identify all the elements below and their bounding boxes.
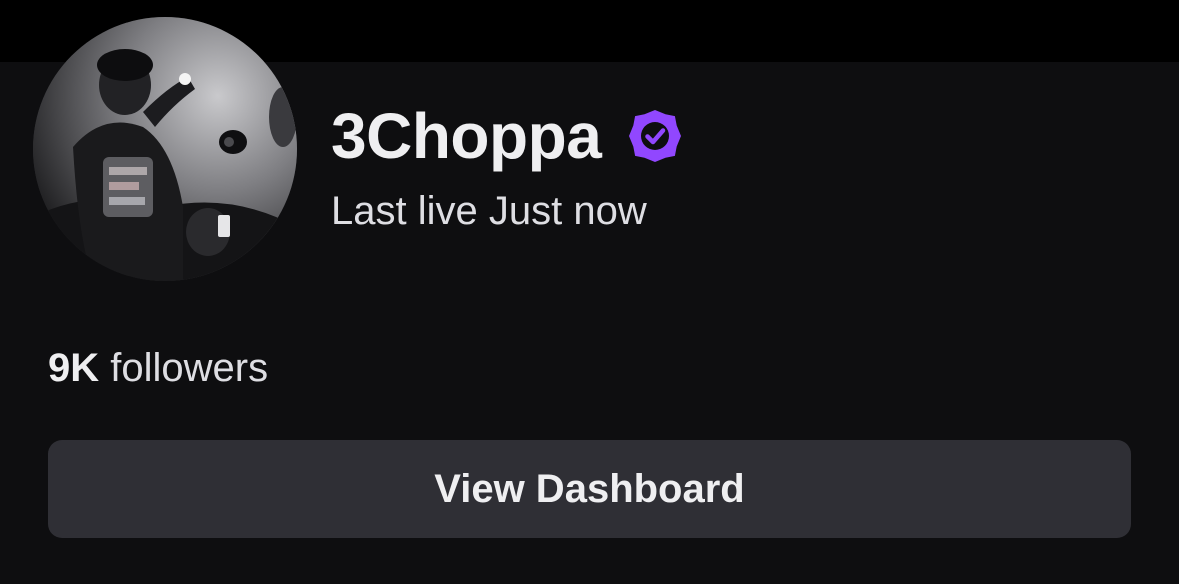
last-live-status: Last live Just now [331, 189, 647, 233]
channel-name: 3Choppa [331, 100, 602, 172]
view-dashboard-button[interactable]: View Dashboard [48, 440, 1131, 538]
followers-number: 9K [48, 346, 100, 390]
avatar[interactable] [33, 17, 297, 281]
followers-label: followers [110, 346, 269, 390]
channel-name-row: 3Choppa [331, 96, 683, 176]
followers-count: 9K followers [48, 345, 268, 391]
avatar-photo [33, 17, 297, 281]
verified-badge-icon [627, 108, 683, 164]
